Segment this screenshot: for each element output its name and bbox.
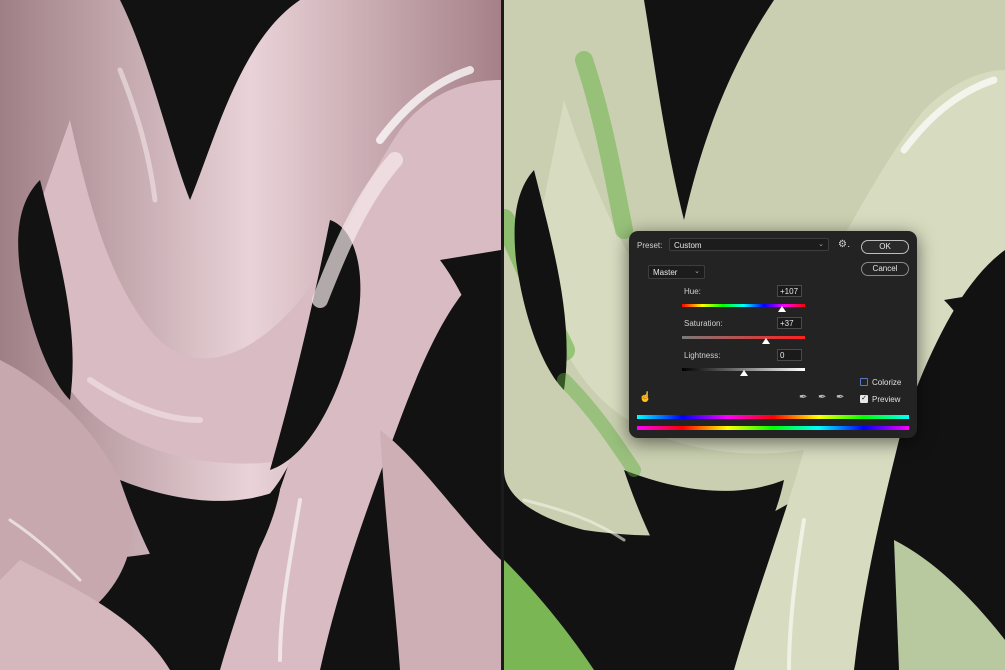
saturation-slider-thumb[interactable] — [761, 338, 770, 344]
eyedropper-minus-icon[interactable]: ✒ — [836, 392, 844, 403]
cancel-button[interactable]: Cancel — [861, 262, 909, 276]
pink-swirl-image — [0, 0, 501, 670]
hue-saturation-dialog: Preset: Custom ⌄ ⚙․ OK Cancel Master ⌄ H… — [629, 231, 917, 438]
chevron-down-icon: ⌄ — [818, 241, 824, 248]
colorize-label: Colorize — [872, 378, 902, 387]
lightness-slider-thumb[interactable] — [739, 370, 748, 376]
original-image-panel — [0, 0, 501, 670]
hue-value-field[interactable]: +107 — [777, 285, 802, 297]
saturation-slider-track[interactable] — [682, 336, 805, 339]
chevron-down-icon: ⌄ — [694, 268, 700, 275]
preset-dropdown[interactable]: Custom ⌄ — [669, 238, 829, 251]
colorize-checkbox[interactable] — [860, 378, 868, 386]
lightness-value-field[interactable]: 0 — [777, 349, 802, 361]
ok-button[interactable]: OK — [861, 240, 909, 254]
preset-value: Custom — [674, 241, 702, 250]
preview-label: Preview — [872, 395, 901, 404]
preview-checkbox[interactable]: ✓ — [860, 395, 868, 403]
channel-value: Master — [653, 268, 678, 277]
hand-targeted-adjust-icon[interactable]: ☝ — [639, 392, 651, 403]
adjusted-color-bar — [637, 415, 909, 419]
hue-label: Hue: — [684, 287, 701, 296]
saturation-label: Saturation: — [684, 319, 723, 328]
preset-label: Preset: — [637, 241, 663, 250]
hue-slider-track[interactable] — [682, 304, 805, 307]
eyedropper-icon[interactable]: ✒ — [799, 392, 807, 403]
hue-slider-thumb[interactable] — [777, 306, 786, 312]
source-color-bar — [637, 426, 909, 430]
saturation-value-field[interactable]: +37 — [777, 317, 802, 329]
gear-icon[interactable]: ⚙․ — [838, 239, 852, 251]
lightness-label: Lightness: — [684, 351, 721, 360]
eyedropper-plus-icon[interactable]: ✒ — [818, 392, 826, 403]
channel-dropdown[interactable]: Master ⌄ — [648, 265, 705, 279]
